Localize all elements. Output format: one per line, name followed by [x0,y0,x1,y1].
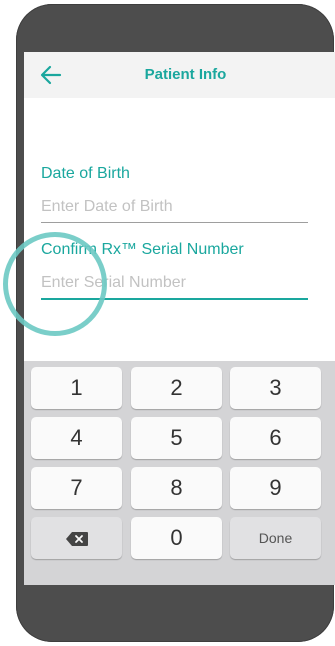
dob-label: Date of Birth [41,165,130,182]
key-8[interactable]: 8 [131,467,222,509]
key-1[interactable]: 1 [31,367,122,409]
done-key[interactable]: Done [230,517,321,559]
dob-field[interactable] [41,198,308,223]
backspace-key[interactable] [31,517,122,559]
key-3[interactable]: 3 [230,367,321,409]
key-5[interactable]: 5 [131,417,222,459]
serial-number-label: Confirm Rx™ Serial Number [41,241,244,258]
key-7[interactable]: 7 [31,467,122,509]
key-6[interactable]: 6 [230,417,321,459]
key-9[interactable]: 9 [230,467,321,509]
app-screen: Patient Info Date of Birth Confirm Rx™ S… [24,52,335,585]
key-0[interactable]: 0 [131,517,222,559]
page-title: Patient Info [144,66,227,83]
key-4[interactable]: 4 [31,417,122,459]
backspace-icon [65,532,88,547]
key-2[interactable]: 2 [131,367,222,409]
app-header: Patient Info [24,52,335,98]
serial-number-field[interactable] [41,274,308,300]
numeric-keypad: 1 2 3 4 5 6 7 8 9 0 Done [24,361,335,585]
